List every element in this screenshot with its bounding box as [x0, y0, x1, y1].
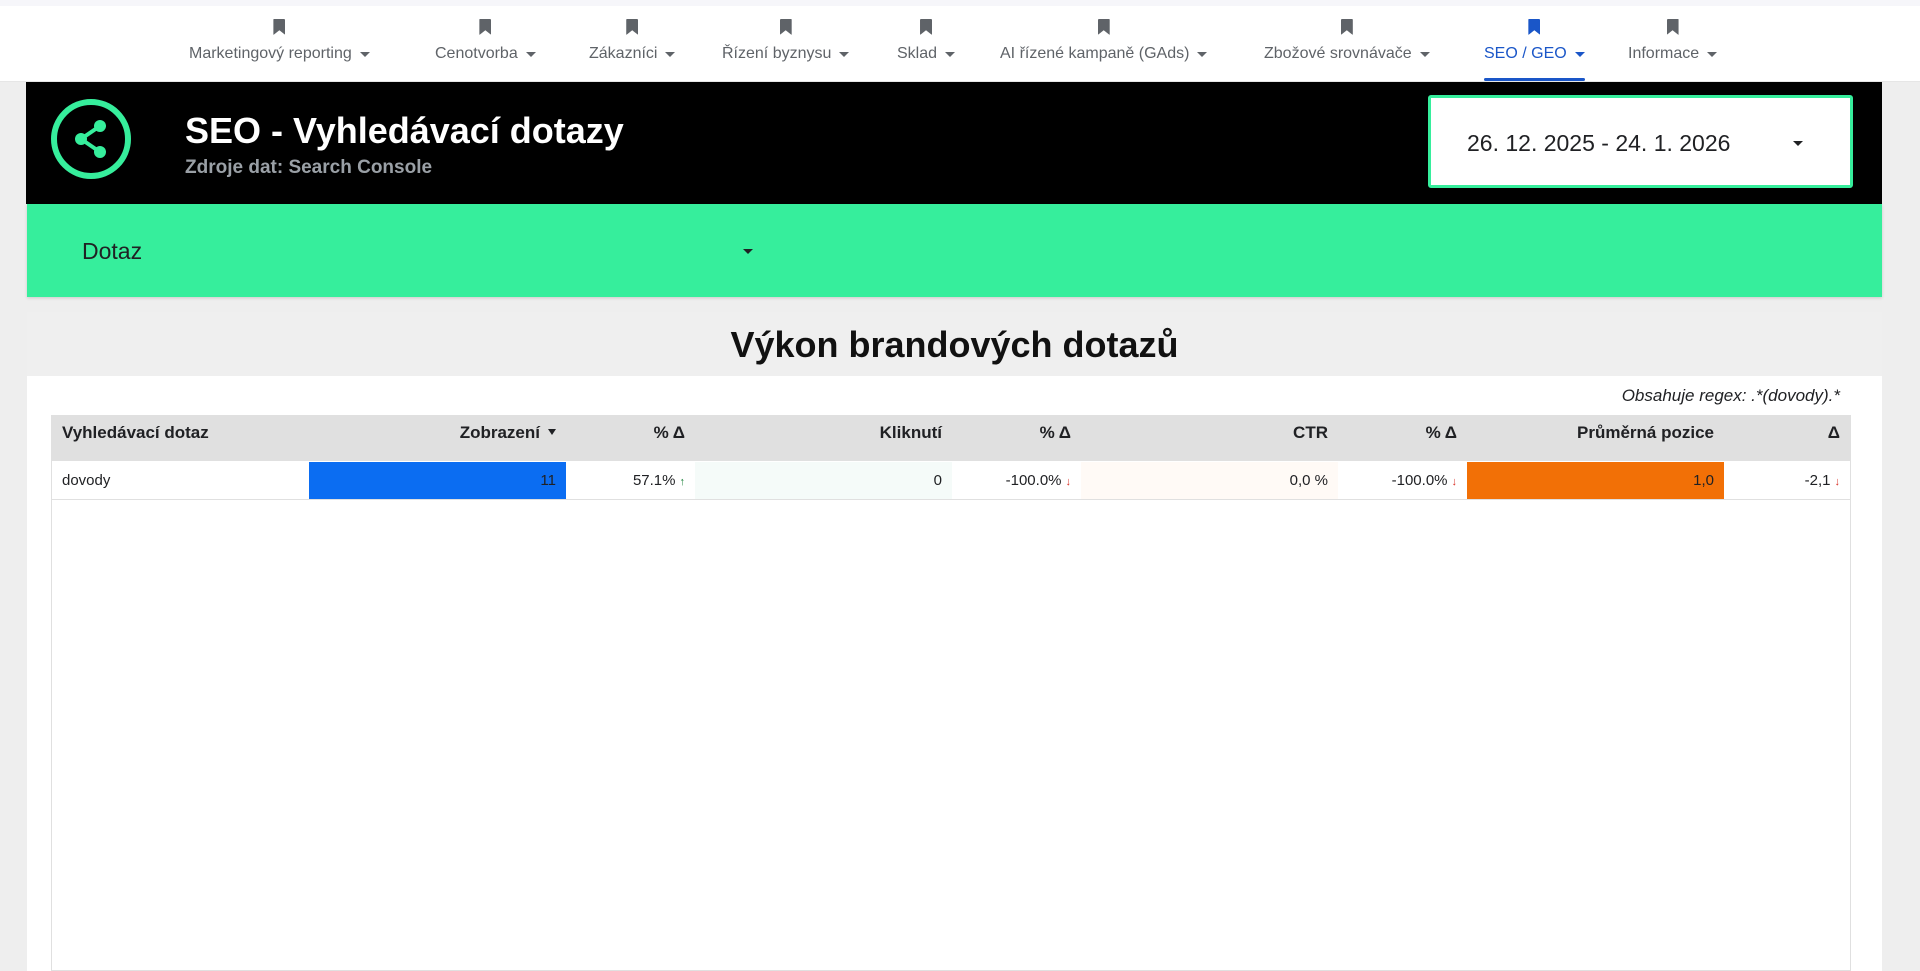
- arrow-down-icon: ↓: [1065, 476, 1072, 488]
- nav-item-label: Cenotvorba: [435, 45, 518, 62]
- chevron-down-icon: [743, 249, 753, 254]
- regex-note: Obsahuje regex: .*(dovody).*: [1621, 386, 1840, 405]
- chevron-down-icon: [839, 51, 850, 57]
- nav-item-label: Řízení byznysu: [722, 45, 832, 62]
- nav-item-cenotvorba[interactable]: Cenotvorba: [435, 6, 536, 82]
- nav-item-label: Zbožové srovnávače: [1264, 45, 1412, 62]
- cell-position-delta-value: -2,1: [1804, 472, 1831, 489]
- bookmark-icon: [1528, 19, 1541, 35]
- column-header-impressions-delta[interactable]: % Δ: [566, 416, 695, 461]
- table-row[interactable]: dovody 11 57.1% ↑ 0 -100.0% ↓ 0,0 % -100.0…: [52, 462, 1850, 500]
- bookmark-icon: [779, 19, 792, 35]
- nav-item-label: AI řízené kampaně (GAds): [1000, 45, 1190, 62]
- column-header-ctr[interactable]: CTR: [1081, 416, 1338, 461]
- cell-query: dovody: [62, 472, 111, 489]
- nav-item-rizeni-byznysu[interactable]: Řízení byznysu: [722, 6, 850, 82]
- section-title-bar: Výkon brandových dotazů: [27, 312, 1882, 376]
- query-filter-label: Dotaz: [82, 238, 143, 264]
- bookmark-icon: [920, 19, 933, 35]
- cell-position: 1,0: [1467, 462, 1724, 499]
- column-header-position-delta[interactable]: Δ: [1724, 416, 1850, 461]
- brand-queries-table: Vyhledávací dotaz Zobrazení % Δ Kliknutí…: [51, 415, 1851, 971]
- column-header-clicks[interactable]: Kliknutí: [695, 416, 952, 461]
- nav-item-marketing-reporting[interactable]: Marketingový reporting: [189, 6, 370, 82]
- page-subtitle: Zdroje dat: Search Console: [185, 157, 433, 178]
- bookmark-icon: [479, 19, 492, 35]
- column-header-ctr-delta[interactable]: % Δ: [1338, 416, 1467, 461]
- arrow-up-icon: ↑: [679, 476, 686, 488]
- chevron-down-icon: [665, 51, 676, 57]
- chevron-down-icon: [525, 51, 536, 57]
- nav-item-zakaznici[interactable]: Zákazníci: [589, 6, 676, 82]
- cell-clicks-delta-value: -100.0%: [1005, 472, 1062, 489]
- nav-item-label: Zákazníci: [589, 45, 658, 62]
- date-range-value: 26. 12. 2025 - 24. 1. 2026: [1467, 130, 1731, 156]
- bookmark-icon: [1666, 19, 1679, 35]
- column-header-clicks-delta[interactable]: % Δ: [952, 416, 1081, 461]
- chevron-down-icon: [1574, 51, 1585, 57]
- page-title: SEO - Vyhledávací dotazy: [185, 110, 624, 151]
- cell-impressions-delta-value: 57.1%: [632, 472, 676, 489]
- cell-ctr: 0,0 %: [1081, 462, 1338, 499]
- nav-item-label: SEO / GEO: [1484, 45, 1567, 62]
- nav-item-label: Sklad: [897, 45, 938, 62]
- chevron-down-icon: [1793, 141, 1803, 146]
- nav-item-zbozove-srovnavace[interactable]: Zbožové srovnávače: [1264, 6, 1430, 82]
- cell-ctr-delta-value: -100.0%: [1391, 472, 1448, 489]
- nav-item-sklad[interactable]: Sklad: [897, 6, 956, 82]
- table-header: Vyhledávací dotaz Zobrazení % Δ Kliknutí…: [52, 416, 1850, 461]
- nav-item-ai-kampane[interactable]: AI řízené kampaně (GAds): [1000, 6, 1208, 82]
- column-header-impressions-label: Zobrazení: [459, 423, 540, 442]
- nav-item-informace[interactable]: Informace: [1628, 6, 1718, 82]
- cell-position-delta: -2,1 ↓: [1724, 462, 1850, 499]
- section-title: Výkon brandových dotazů: [730, 324, 1179, 365]
- cell-impressions-delta: 57.1% ↑: [566, 462, 695, 499]
- chevron-down-icon: [1419, 51, 1430, 57]
- page-header: SEO - Vyhledávací dotazy Zdroje dat: Sea…: [26, 82, 1882, 204]
- nav-item-label: Informace: [1628, 45, 1700, 62]
- sort-desc-icon: [548, 428, 556, 435]
- nav-item-label: Marketingový reporting: [189, 45, 352, 62]
- top-nav: Marketingový reporting Cenotvorba Zákazn…: [0, 6, 1920, 82]
- cell-clicks-delta: -100.0% ↓: [952, 462, 1081, 499]
- column-header-position[interactable]: Průměrná pozice: [1467, 416, 1724, 461]
- chevron-down-icon: [359, 51, 370, 57]
- nav-item-seo-geo[interactable]: SEO / GEO: [1484, 6, 1585, 82]
- arrow-down-icon: ↓: [1834, 476, 1841, 488]
- cell-ctr-delta: -100.0% ↓: [1338, 462, 1467, 499]
- column-header-query[interactable]: Vyhledávací dotaz: [52, 416, 309, 461]
- chevron-down-icon: [945, 51, 956, 57]
- chevron-down-icon: [1707, 51, 1718, 57]
- query-filter-dropdown[interactable]: Dotaz: [27, 204, 767, 297]
- chevron-down-icon: [1197, 51, 1208, 57]
- arrow-down-icon: ↓: [1451, 476, 1458, 488]
- share-icon: [51, 99, 131, 179]
- bookmark-icon: [1097, 19, 1110, 35]
- active-tab-indicator: [1484, 78, 1585, 81]
- filter-bar: Dotaz: [27, 204, 1882, 297]
- bookmark-icon: [626, 19, 639, 35]
- bookmark-icon: [273, 19, 286, 35]
- date-range-picker[interactable]: 26. 12. 2025 - 24. 1. 2026: [1428, 95, 1853, 188]
- bookmark-icon: [1340, 19, 1353, 35]
- column-header-impressions[interactable]: Zobrazení: [309, 416, 566, 461]
- cell-impressions: 11: [309, 462, 566, 499]
- cell-clicks: 0: [695, 462, 952, 499]
